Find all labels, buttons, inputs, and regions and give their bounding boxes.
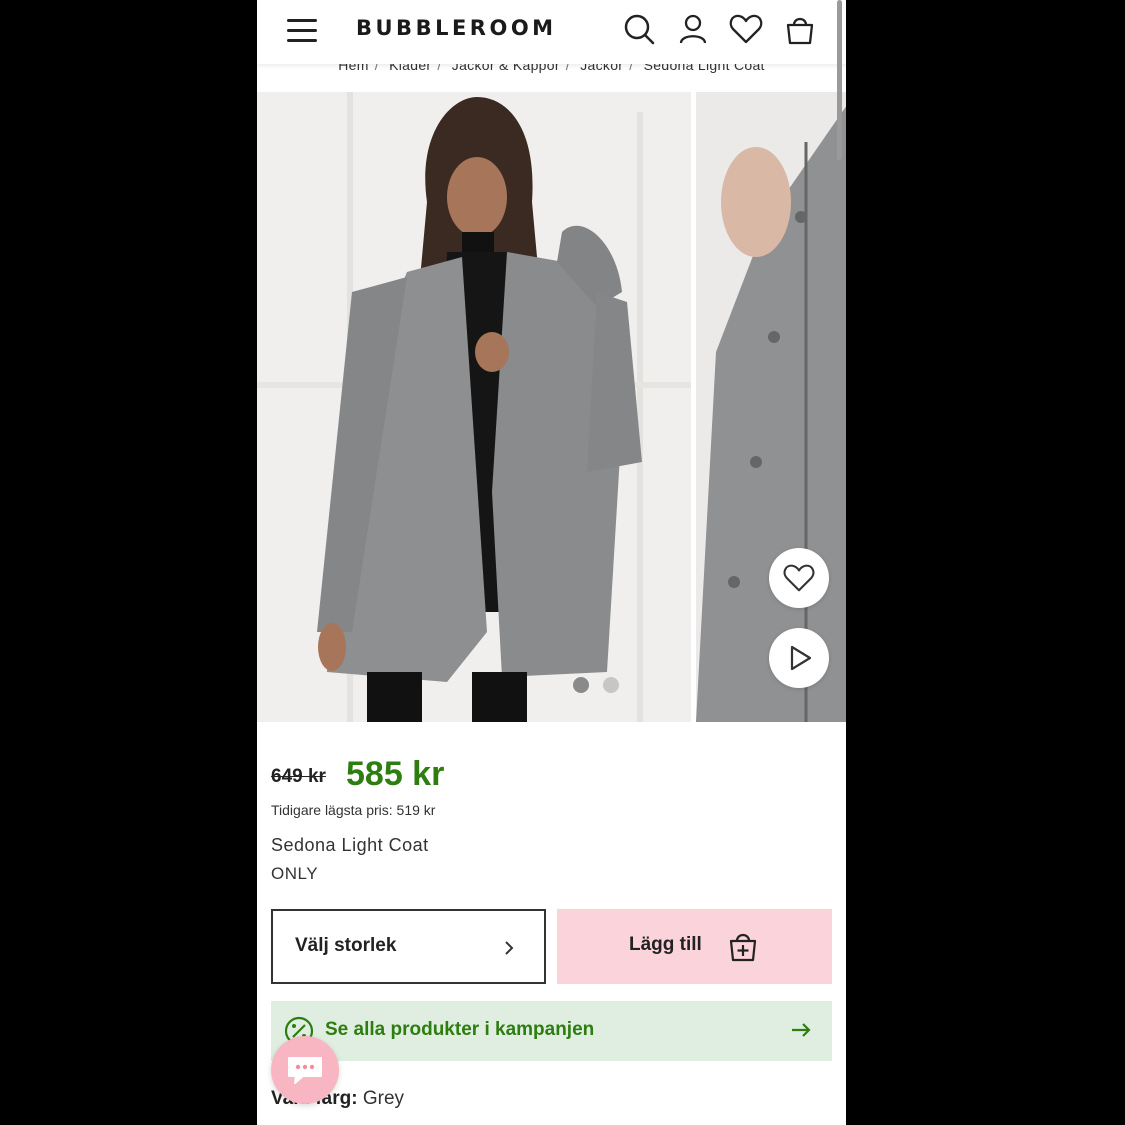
- arrow-right-icon: [792, 1023, 811, 1037]
- bag-plus-icon: [729, 933, 757, 962]
- heart-icon[interactable]: [728, 11, 764, 47]
- campaign-label: Se alla produkter i kampanjen: [325, 1019, 595, 1040]
- product-name: Sedona Light Coat: [271, 835, 429, 855]
- account-icon[interactable]: [675, 11, 711, 47]
- search-icon[interactable]: [621, 11, 657, 47]
- gallery-dot-2[interactable]: [603, 677, 619, 693]
- selected-color-value: Grey: [362, 1088, 405, 1109]
- header: BUBBLEROOM: [257, 0, 846, 64]
- gallery-dot-1[interactable]: [573, 677, 589, 693]
- sale-price: 585 kr: [346, 755, 445, 793]
- heart-icon: [783, 564, 815, 592]
- add-to-cart-button[interactable]: Lägg till: [557, 909, 832, 984]
- menu-icon[interactable]: [287, 16, 319, 44]
- lowest-price-note: Tidigare lägsta pris: 519 kr: [271, 802, 436, 818]
- old-price: 649 kr: [271, 766, 326, 787]
- product-image-front[interactable]: [257, 92, 691, 722]
- product-gallery[interactable]: [257, 92, 846, 722]
- chat-icon: [288, 1057, 322, 1084]
- chat-button[interactable]: [271, 1036, 339, 1104]
- play-icon: [790, 645, 812, 671]
- wishlist-button[interactable]: [769, 548, 829, 608]
- product-image-detail[interactable]: [696, 92, 846, 722]
- gallery-dots: [573, 677, 619, 693]
- play-video-button[interactable]: [769, 628, 829, 688]
- page-scrollbar[interactable]: [837, 0, 842, 160]
- product-page: BUBBLEROOM Hem / Kläder / Jackor & Kappor /…: [257, 0, 846, 1125]
- select-size-label: Välj storlek: [295, 935, 397, 956]
- select-size-button[interactable]: Välj storlek: [271, 909, 546, 984]
- bag-icon[interactable]: [782, 11, 818, 47]
- add-to-cart-label: Lägg till: [629, 934, 702, 955]
- chevron-right-icon: [505, 941, 514, 955]
- campaign-banner[interactable]: Se alla produkter i kampanjen: [271, 1001, 832, 1061]
- logo[interactable]: BUBBLEROOM: [356, 16, 557, 40]
- product-brand[interactable]: ONLY: [271, 864, 318, 884]
